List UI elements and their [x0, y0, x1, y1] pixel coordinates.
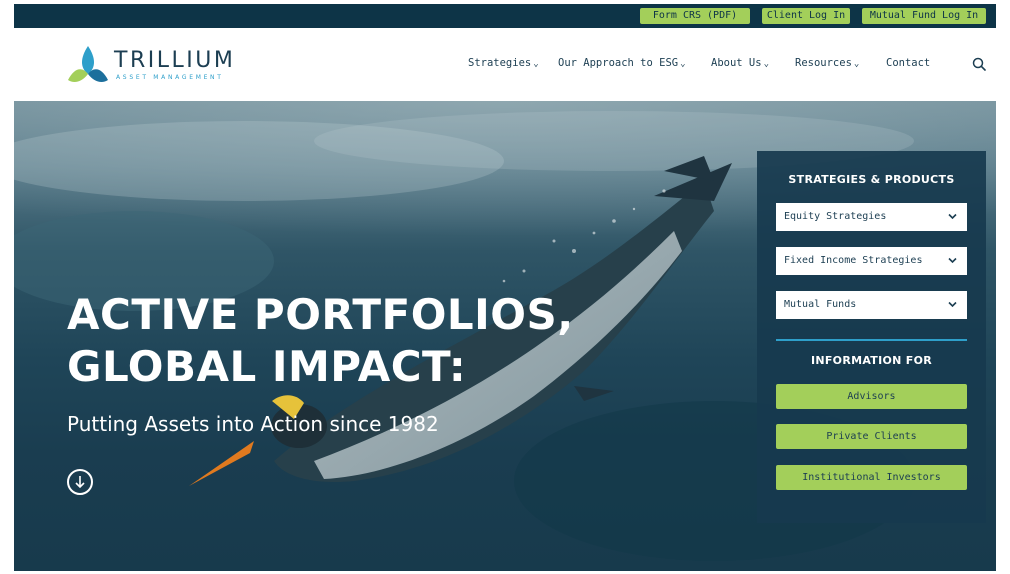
utility-bar: Form CRS (PDF) Client Log In Mutual Fund…: [14, 4, 996, 28]
trillium-logo[interactable]: TRILLIUM ASSET MANAGEMENT: [66, 44, 246, 86]
hero-title: ACTIVE PORTFOLIOS, GLOBAL IMPACT:: [67, 289, 574, 393]
nav-label: About Us: [711, 57, 762, 69]
scroll-down-button[interactable]: [67, 469, 93, 495]
private-clients-button[interactable]: Private Clients: [776, 424, 967, 449]
institutional-investors-button[interactable]: Institutional Investors: [776, 465, 967, 490]
strategies-panel: STRATEGIES & PRODUCTS Equity Strategies …: [757, 151, 986, 523]
nav-strategies[interactable]: Strategies ⌄: [468, 55, 539, 71]
nav-label: Resources: [795, 57, 852, 69]
chevron-down-icon: [948, 257, 957, 264]
information-for-heading: INFORMATION FOR: [810, 354, 933, 367]
advisors-button[interactable]: Advisors: [776, 384, 967, 409]
logo-tagline: ASSET MANAGEMENT: [116, 74, 224, 81]
mutual-fund-login-button[interactable]: Mutual Fund Log In: [862, 8, 986, 24]
chevron-down-icon: [948, 301, 957, 308]
nav-label: Our Approach to ESG: [558, 57, 679, 69]
chevron-down-icon: [948, 213, 957, 220]
hero-section: ACTIVE PORTFOLIOS, GLOBAL IMPACT: Puttin…: [14, 101, 996, 571]
chevron-down-icon: ⌄: [763, 59, 769, 69]
form-crs-button[interactable]: Form CRS (PDF): [640, 8, 750, 24]
hero-subtitle: Putting Assets into Action since 1982: [67, 412, 439, 436]
equity-strategies-dropdown[interactable]: Equity Strategies: [776, 203, 967, 231]
chevron-down-icon: ⌄: [680, 59, 686, 69]
site-header: TRILLIUM ASSET MANAGEMENT Strategies ⌄ Ou…: [14, 28, 996, 101]
nav-contact[interactable]: Contact: [886, 55, 930, 71]
chevron-down-icon: ⌄: [853, 59, 860, 69]
hero-title-line: GLOBAL IMPACT:: [67, 342, 467, 391]
dropdown-label: Fixed Income Strategies: [784, 255, 923, 266]
panel-divider: [776, 339, 967, 341]
nav-label: Strategies: [468, 57, 532, 69]
chevron-down-icon: ⌄: [533, 59, 539, 69]
nav-resources[interactable]: Resources ⌄: [795, 55, 859, 71]
mutual-funds-dropdown[interactable]: Mutual Funds: [776, 291, 967, 319]
hero-title-line: ACTIVE PORTFOLIOS,: [67, 290, 574, 339]
search-icon[interactable]: [972, 57, 986, 71]
nav-label: Contact: [886, 57, 931, 69]
fixed-income-dropdown[interactable]: Fixed Income Strategies: [776, 247, 967, 275]
logo-wordmark: TRILLIUM: [114, 48, 236, 73]
arrow-down-circle-icon: [75, 476, 85, 489]
dropdown-label: Mutual Funds: [784, 299, 857, 310]
nav-about-us[interactable]: About Us ⌄: [711, 55, 769, 71]
strategies-heading: STRATEGIES & PRODUCTS: [788, 173, 955, 186]
nav-esg[interactable]: Our Approach to ESG ⌄: [558, 55, 686, 71]
trillium-leaf-icon: [68, 46, 108, 82]
client-login-button[interactable]: Client Log In: [762, 8, 850, 24]
dropdown-label: Equity Strategies: [784, 211, 887, 222]
